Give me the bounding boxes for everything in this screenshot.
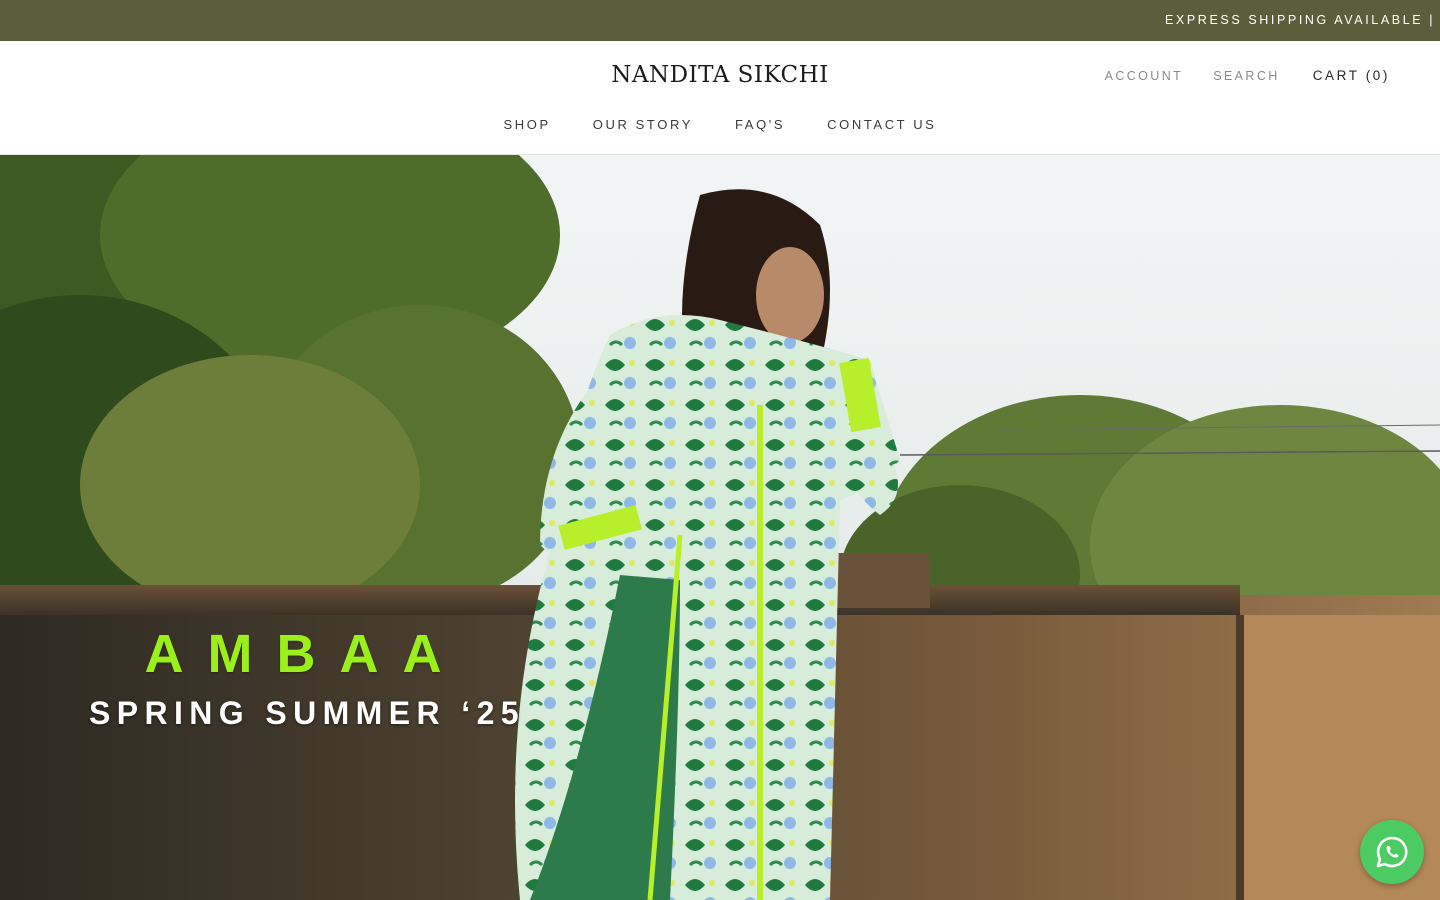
hero-image	[0, 155, 1440, 900]
announcement-bar: EXPRESS SHIPPING AVAILABLE | W	[0, 0, 1440, 41]
site-logo[interactable]: NANDITA SIKCHI	[611, 62, 829, 88]
nav-item-contact-us[interactable]: CONTACT US	[827, 117, 936, 132]
cart-link[interactable]: CART (0)	[1313, 68, 1390, 83]
site-header: NANDITA SIKCHI ACCOUNT SEARCH CART (0) S…	[0, 41, 1440, 155]
hero-subtitle: SPRING SUMMER ‘25	[89, 695, 525, 731]
account-link[interactable]: ACCOUNT	[1105, 69, 1184, 83]
header-actions: ACCOUNT SEARCH CART (0)	[1105, 68, 1390, 83]
whatsapp-icon	[1376, 836, 1408, 868]
hero-banner[interactable]: AMBAA SPRING SUMMER ‘25	[0, 155, 1440, 900]
announcement-text: EXPRESS SHIPPING AVAILABLE | W	[1165, 13, 1440, 27]
nav-item-faqs[interactable]: FAQ'S	[735, 117, 785, 132]
hero-title: AMBAA	[144, 624, 466, 684]
main-nav: SHOP OUR STORY FAQ'S CONTACT US	[0, 117, 1440, 132]
nav-item-shop[interactable]: SHOP	[504, 117, 551, 132]
search-link[interactable]: SEARCH	[1213, 69, 1280, 83]
whatsapp-button[interactable]	[1360, 820, 1424, 884]
nav-item-our-story[interactable]: OUR STORY	[593, 117, 693, 132]
